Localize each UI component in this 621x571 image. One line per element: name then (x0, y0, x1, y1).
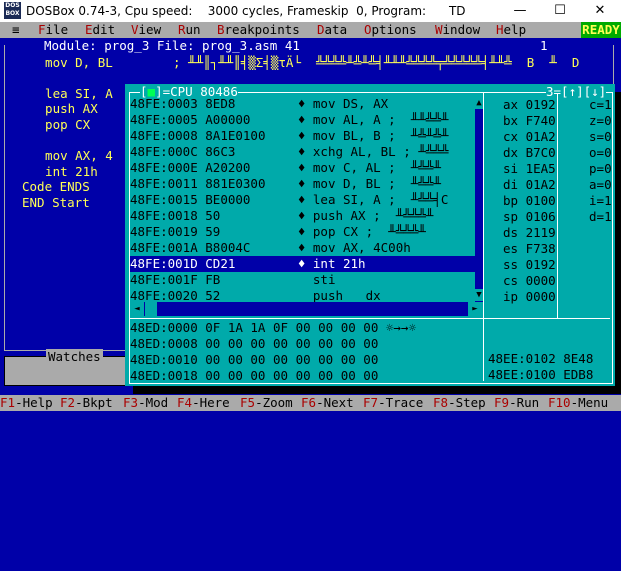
f5-zoom-key[interactable]: F5-Zoom (240, 395, 293, 411)
source-line[interactable]: mov AX, 4 (30, 148, 113, 163)
menu-edit[interactable]: Edit (85, 22, 115, 38)
f6-next-key[interactable]: F6-Next (301, 395, 354, 411)
module-window-title: Module: prog_3 File: prog_3.asm 41 (44, 38, 300, 53)
disasm-row[interactable]: 48FE:001A B8004C ♦ mov AX, 4C00h (130, 240, 482, 256)
register-row[interactable]: ip 0000 (503, 289, 556, 305)
disasm-row[interactable]: 48FE:0019 59 ♦ pop CX ; ╨╩╩╩╨ (130, 224, 482, 240)
source-line[interactable]: push AX (30, 101, 98, 116)
flag-row[interactable]: z=0 (589, 113, 612, 129)
flag-row[interactable]: d=1 (589, 209, 612, 225)
maximize-button[interactable]: ☐ (540, 0, 580, 22)
register-row[interactable]: sp 0106 (503, 209, 556, 225)
register-row[interactable]: cs 0000 (503, 273, 556, 289)
menu-breakpoints[interactable]: Breakpoints (217, 22, 300, 38)
f8-step-key[interactable]: F8-Step (433, 395, 486, 411)
scroll-down-arrow-icon[interactable]: ▼ (475, 289, 483, 301)
dump-row[interactable]: 48ED:0018 00 00 00 00 00 00 00 00 (130, 368, 416, 384)
disasm-row[interactable]: 48FE:0003 8ED8 ♦ mov DS, AX (130, 96, 482, 112)
module-window-number: 1 (540, 38, 548, 53)
scroll-right-arrow-icon[interactable]: ► (468, 302, 482, 316)
disasm-row[interactable]: 48FE:000C 86C3 ♦ xchg AL, BL ; ╨╩╩╩ (130, 144, 482, 160)
scroll-left-arrow-icon[interactable]: ◄ (130, 302, 144, 316)
menu-view[interactable]: View (131, 22, 161, 38)
register-row[interactable]: dx B7C0 (503, 145, 556, 161)
register-row[interactable]: di 01A2 (503, 177, 556, 193)
flags-pane[interactable]: c=1 z=0 s=0 o=0 p=0 a=0 i=1 d=1 (589, 97, 612, 225)
window-titlebar: DOS BOX DOSBox 0.74-3, Cpu speed: 3000 c… (0, 0, 621, 22)
disasm-row[interactable]: 48FE:0015 BE0000 ♦ lea SI, A ; ╨╩╩╡C (130, 192, 482, 208)
source-line[interactable]: lea SI, A (30, 86, 113, 101)
menu-help[interactable]: Help (496, 22, 526, 38)
register-row[interactable]: es F738 (503, 241, 556, 257)
register-row[interactable]: ax 0192 (503, 97, 556, 113)
source-line[interactable]: pop CX (30, 117, 90, 132)
f2-bkpt-key[interactable]: F2-Bkpt (60, 395, 113, 411)
menu-window[interactable]: Window (435, 22, 480, 38)
system-menu-icon[interactable]: ≡ (12, 22, 20, 38)
disasm-horizontal-scrollbar[interactable] (130, 302, 482, 316)
divider (557, 93, 558, 318)
menu-options[interactable]: Options (364, 22, 417, 38)
dump-row[interactable]: 48ED:0008 00 00 00 00 00 00 00 00 (130, 336, 416, 352)
disasm-row[interactable]: 48FE:0005 A00000 ♦ mov AL, A ; ╨╨╩╩╨ (130, 112, 482, 128)
f9-run-key[interactable]: F9-Run (494, 395, 539, 411)
minimize-button[interactable]: — (500, 0, 540, 22)
flag-row[interactable]: o=0 (589, 145, 612, 161)
register-row[interactable]: cx 01A2 (503, 129, 556, 145)
function-key-bar: F1-Help F2-Bkpt F3-Mod F4-Here F5-Zoom F… (0, 395, 621, 411)
f1-help-key[interactable]: F1-Help (0, 395, 53, 411)
disasm-row[interactable]: 48FE:000E A20200 ♦ mov C, AL ; ╨╩╩╨ (130, 160, 482, 176)
status-indicator: READY (581, 22, 621, 38)
register-row[interactable]: bx F740 (503, 113, 556, 129)
flag-row[interactable]: a=0 (589, 177, 612, 193)
menu-bar: ≡ File Edit View Run Breakpoints Data Op… (0, 22, 621, 38)
disasm-row[interactable]: 48FE:0018 50 ♦ push AX ; ╨╩╩╩╨ (130, 208, 482, 224)
dosbox-app-icon: DOS BOX (4, 2, 21, 19)
divider (483, 319, 484, 381)
scrollbar-thumb[interactable] (145, 302, 157, 316)
register-row[interactable]: ds 2119 (503, 225, 556, 241)
f3-mod-key[interactable]: F3-Mod (123, 395, 168, 411)
flag-row[interactable]: i=1 (589, 193, 612, 209)
dump-row[interactable]: 48ED:0010 00 00 00 00 00 00 00 00 (130, 352, 416, 368)
register-row[interactable]: ss 0192 (503, 257, 556, 273)
source-line[interactable]: END Start (22, 195, 90, 210)
f4-here-key[interactable]: F4-Here (177, 395, 230, 411)
stack-row[interactable]: 48EE:0100 EDB8 (488, 367, 593, 383)
disasm-row[interactable]: 48FE:0008 8A1E0100 ♦ mov BL, B ; ╨╩╨╩╨ (130, 128, 482, 144)
menu-run[interactable]: Run (178, 22, 201, 38)
watches-title: Watches (46, 349, 103, 364)
window-title: DOSBox 0.74-3, Cpu speed: 3000 cycles, F… (26, 4, 466, 18)
disasm-row[interactable]: 48FE:0011 881E0300 ♦ mov D, BL ; ╨╩╩╨ (130, 176, 482, 192)
divider (130, 318, 610, 319)
disassembly-pane[interactable]: 48FE:0003 8ED8 ♦ mov DS, AX 48FE:0005 A0… (130, 96, 482, 303)
dump-row[interactable]: 48ED:0000 0F 1A 1A 0F 00 00 00 00 ☼→→☼ (130, 320, 416, 336)
menu-data[interactable]: Data (317, 22, 347, 38)
disasm-vertical-scrollbar[interactable] (475, 97, 483, 302)
divider (483, 93, 484, 318)
f10-menu-key[interactable]: F10-Menu (548, 395, 608, 411)
flag-row[interactable]: s=0 (589, 129, 612, 145)
stack-row[interactable]: 48EE:0102 8E48 (488, 351, 593, 367)
disasm-row[interactable]: 48FE:001F FB sti (130, 272, 482, 288)
disasm-row-selected[interactable]: 48FE:001D CD21 ♦ int 21h (130, 256, 482, 272)
scroll-up-arrow-icon[interactable]: ▲ (475, 97, 483, 109)
close-button[interactable]: ✕ (580, 0, 620, 22)
memory-dump-pane[interactable]: 48ED:0000 0F 1A 1A 0F 00 00 00 00 ☼→→☼ 4… (130, 320, 416, 384)
menu-file[interactable]: File (38, 22, 68, 38)
flag-row[interactable]: p=0 (589, 161, 612, 177)
register-row[interactable]: bp 0100 (503, 193, 556, 209)
source-line[interactable]: mov D, BL ; ╨╨║┐╨╨║╡▒Σ╡▒τÄ└ ╩╩╩╩╨╩╨╩╡╨╨╨… (30, 55, 579, 70)
source-line[interactable]: int 21h (30, 164, 98, 179)
flag-row[interactable]: c=1 (589, 97, 612, 113)
source-line[interactable]: Code ENDS (22, 179, 90, 194)
f7-trace-key[interactable]: F7-Trace (363, 395, 423, 411)
registers-pane[interactable]: ax 0192 bx F740 cx 01A2 dx B7C0 si 1EA5 … (503, 97, 556, 305)
register-row[interactable]: si 1EA5 (503, 161, 556, 177)
stack-pane[interactable]: 48EE:0102 8E48 48EE:0100 EDB8 (488, 351, 593, 383)
